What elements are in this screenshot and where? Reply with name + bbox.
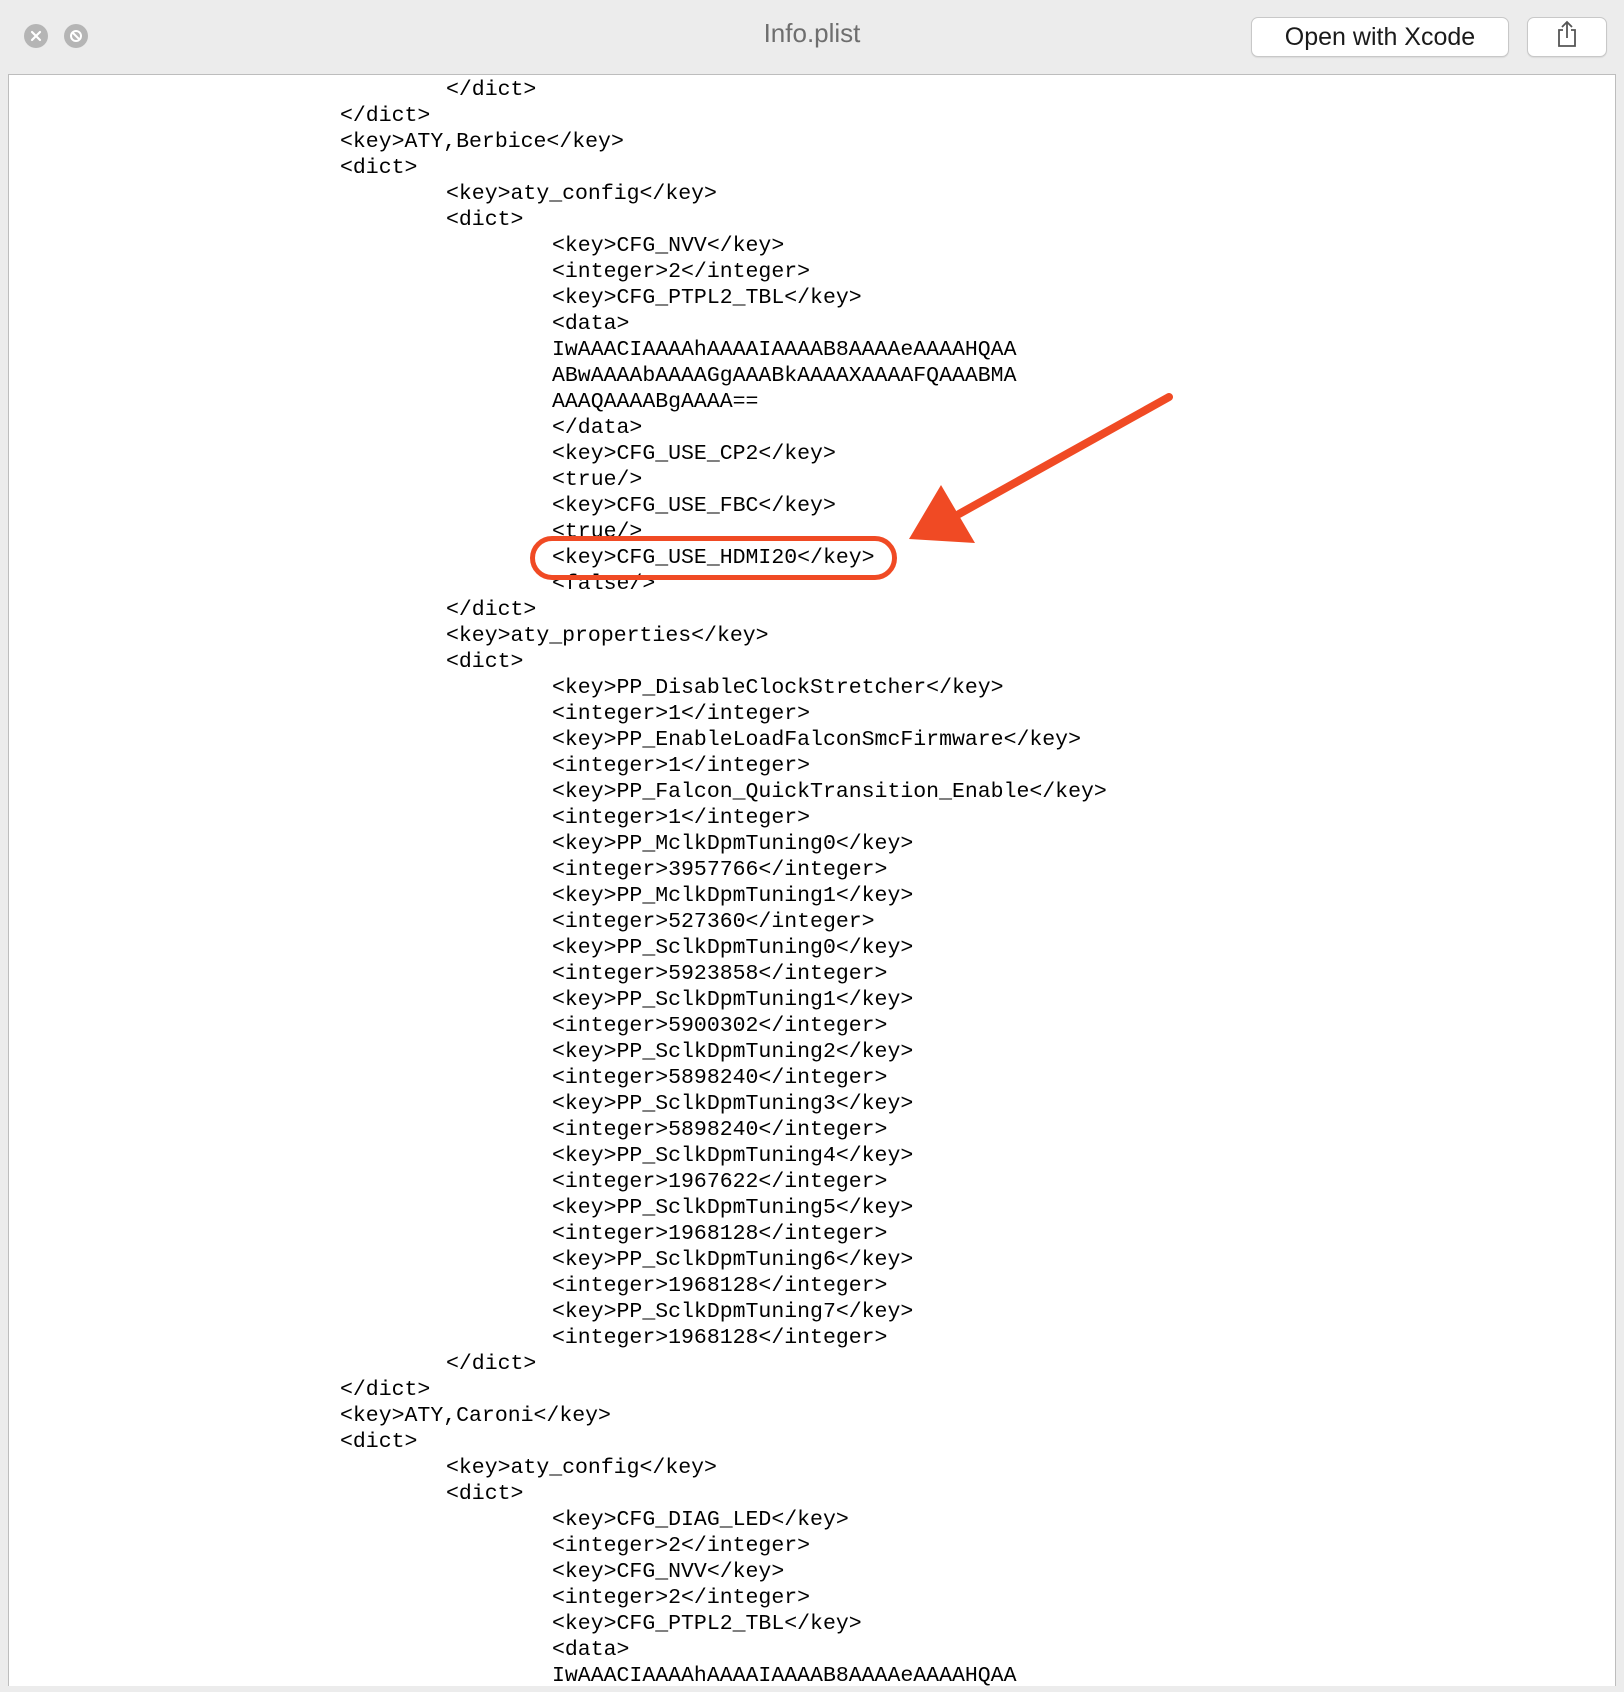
- annotation-arrow: [909, 393, 1173, 543]
- plist-text-view[interactable]: </dict> </dict> <key>ATY,Berbice</key> <dic…: [8, 74, 1616, 1686]
- window-titlebar: Info.plist Open with Xcode: [0, 0, 1624, 74]
- close-icon[interactable]: [24, 24, 48, 48]
- open-with-xcode-button[interactable]: Open with Xcode: [1251, 17, 1509, 57]
- share-icon: [1555, 20, 1579, 55]
- minimize-icon[interactable]: [64, 24, 88, 48]
- share-button[interactable]: [1527, 17, 1607, 57]
